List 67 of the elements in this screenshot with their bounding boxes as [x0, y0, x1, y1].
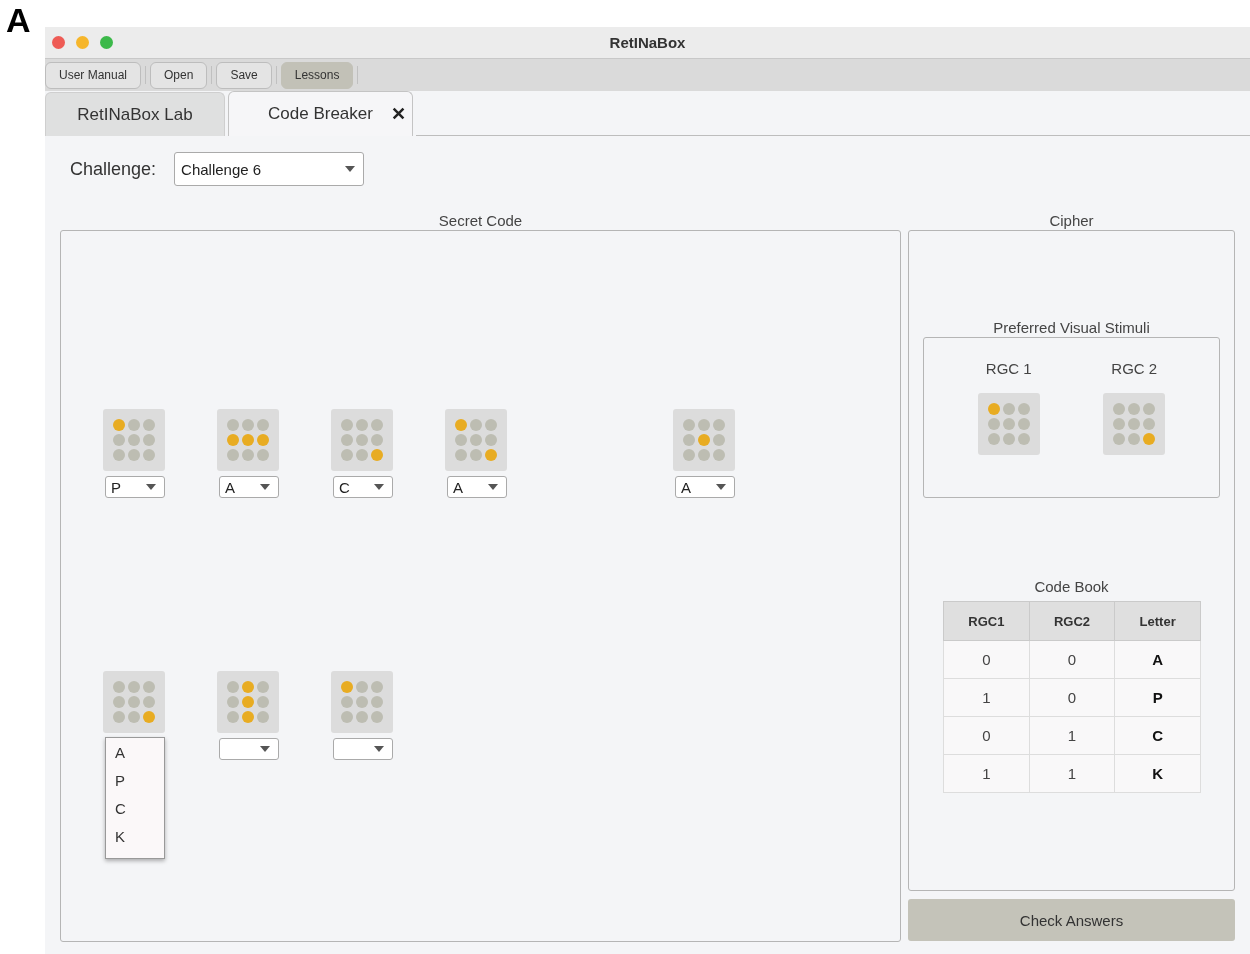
dot-grid [217, 671, 279, 733]
caret-icon [488, 484, 498, 490]
table-cell: 1 [1029, 716, 1115, 755]
toolbar-button[interactable]: Open [150, 61, 208, 89]
close-tab-button[interactable]: ✕ [391, 103, 406, 125]
caret-icon [146, 484, 156, 490]
letter-dropdown[interactable]: A [219, 476, 279, 498]
caret-icon [374, 484, 384, 490]
challenge-dropdown[interactable]: Challenge 6 [174, 152, 365, 186]
letter-dropdown[interactable]: C [333, 476, 393, 498]
letter-dropdown[interactable]: A [447, 476, 507, 498]
section-title: Preferred Visual Stimuli [992, 319, 1151, 337]
table-cell: 1 [1029, 754, 1115, 793]
challenge-label: Challenge: [70, 158, 157, 180]
caret-icon [374, 746, 384, 752]
caret-icon [716, 484, 726, 490]
panel-label: A [6, 0, 31, 40]
toolbar-button[interactable]: Save [216, 61, 272, 89]
dot-grid [1103, 393, 1166, 455]
table-cell: 0 [943, 716, 1030, 755]
table-cell: C [1114, 716, 1201, 755]
caret-icon [260, 746, 270, 752]
dot-grid [217, 409, 279, 471]
menu-option[interactable]: K [106, 826, 164, 854]
check-answers-button[interactable]: Check Answers [908, 899, 1235, 941]
dot-grid [673, 409, 735, 471]
column-header: Letter [1114, 601, 1201, 641]
cell-label: RGC 1 [985, 360, 1032, 377]
section-title: Code Book [1033, 578, 1110, 596]
table-cell: A [1114, 640, 1201, 679]
letter-dropdown[interactable] [333, 738, 393, 760]
toolbar-button[interactable]: User Manual [45, 61, 142, 89]
table-cell: K [1114, 754, 1201, 793]
minimize-window-button[interactable] [76, 36, 89, 49]
tab[interactable]: Code Breaker ✕ [228, 91, 413, 136]
menu-option[interactable]: C [106, 798, 164, 826]
tab[interactable]: RetINaBox Lab [45, 92, 225, 136]
tab-label: Code Breaker [268, 104, 373, 124]
table-cell: 0 [1029, 678, 1115, 717]
letter-dropdown[interactable] [219, 738, 279, 760]
dot-grid [445, 409, 507, 471]
dot-grid [977, 393, 1040, 455]
table-cell: P [1114, 678, 1201, 717]
column-header: RGC1 [943, 601, 1030, 641]
panel-title: Secret Code [437, 212, 524, 230]
dot-grid [103, 409, 165, 471]
letter-dropdown[interactable]: P [105, 476, 165, 498]
table-cell: 0 [1029, 640, 1115, 679]
caret-icon [345, 166, 356, 172]
table-cell: 1 [943, 678, 1030, 717]
dot-grid [331, 409, 393, 471]
caret-icon [260, 484, 270, 490]
zoom-window-button[interactable] [100, 36, 113, 49]
cell-label: RGC 2 [1111, 360, 1158, 377]
table-cell: 1 [943, 754, 1030, 793]
tab-label: RetINaBox Lab [77, 104, 193, 125]
letter-dropdown[interactable]: A [675, 476, 735, 498]
close-window-button[interactable] [52, 36, 65, 49]
dot-grid [331, 671, 393, 733]
panel-title: Cipher [1048, 212, 1095, 230]
menu-option[interactable]: A [106, 742, 164, 770]
table-cell: 0 [943, 640, 1030, 679]
column-header: RGC2 [1029, 601, 1115, 641]
dot-grid [103, 671, 165, 733]
window-title: RetINaBox [609, 34, 686, 51]
toolbar-button[interactable]: Lessons [280, 61, 354, 89]
menu-option[interactable]: P [106, 770, 164, 798]
